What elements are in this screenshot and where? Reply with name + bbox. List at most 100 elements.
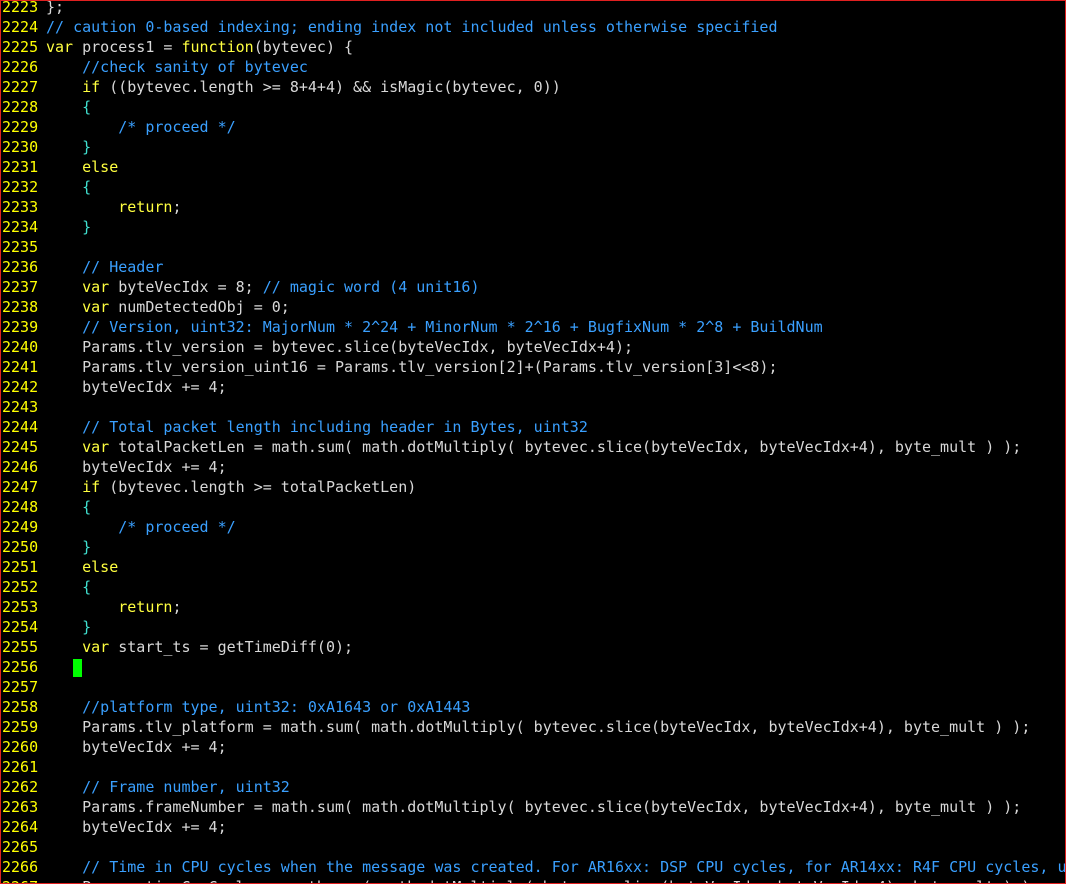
code-line[interactable]: 2249 /* proceed */ (1, 517, 1065, 537)
code-line[interactable]: 2227 if ((bytevec.length >= 8+4+4) && is… (1, 77, 1065, 97)
code-token: { (46, 498, 92, 516)
code-line[interactable]: 2247 if (bytevec.length >= totalPacketLe… (1, 477, 1065, 497)
code-token: else (82, 158, 119, 176)
code-token: } (46, 218, 92, 236)
code-text: /* proceed */ (38, 517, 235, 537)
code-line[interactable]: 2241 Params.tlv_version_uint16 = Params.… (1, 357, 1065, 377)
code-line[interactable]: 2237 var byteVecIdx = 8; // magic word (… (1, 277, 1065, 297)
line-number: 2258 (2, 698, 39, 716)
line-number: 2232 (2, 178, 39, 196)
code-text: } (38, 217, 91, 237)
line-number: 2248 (2, 498, 39, 516)
code-line[interactable]: 2235 (1, 237, 1065, 257)
line-number: 2249 (2, 518, 39, 536)
code-text: // Total packet length including header … (38, 417, 588, 437)
code-line[interactable]: 2262 // Frame number, uint32 (1, 777, 1065, 797)
line-number: 2246 (2, 458, 39, 476)
line-number: 2223 (2, 0, 39, 16)
code-line[interactable]: 2236 // Header (1, 257, 1065, 277)
code-text: if ((bytevec.length >= 8+4+4) && isMagic… (38, 77, 561, 97)
code-line[interactable]: 2267 Params.timeCpuCycles = math.sum( ma… (1, 877, 1065, 883)
code-line[interactable]: 2234 } (1, 217, 1065, 237)
code-token: Params.timeCpuCycles = math.sum( math.do… (46, 878, 1039, 883)
code-line[interactable]: 2239 // Version, uint32: MajorNum * 2^24… (1, 317, 1065, 337)
code-line[interactable]: 2243 (1, 397, 1065, 417)
code-token: // caution 0-based indexing; ending inde… (46, 18, 778, 36)
code-token: { (46, 578, 92, 596)
code-token: if (82, 478, 101, 496)
code-token: //platform type, uint32: 0xA1643 or 0xA1… (46, 698, 471, 716)
code-token: (bytevec.length >= totalPacketLen) (100, 478, 417, 496)
code-line[interactable]: 2224 // caution 0-based indexing; ending … (1, 17, 1065, 37)
code-text: Params.timeCpuCycles = math.sum( math.do… (38, 877, 1039, 883)
code-line[interactable]: 2230 } (1, 137, 1065, 157)
code-text: Params.tlv_version = bytevec.slice(byteV… (38, 337, 633, 357)
code-text: byteVecIdx += 4; (38, 817, 227, 837)
code-line[interactable]: 2253 return; (1, 597, 1065, 617)
code-text: else (38, 557, 118, 577)
code-line[interactable]: 2223}; (1, 0, 1065, 17)
code-line[interactable]: 2264 byteVecIdx += 4; (1, 817, 1065, 837)
code-token: byteVecIdx += 4; (46, 738, 227, 756)
code-text: // Version, uint32: MajorNum * 2^24 + Mi… (38, 317, 823, 337)
code-line[interactable]: 2228 { (1, 97, 1065, 117)
code-text: var process1 = function(bytevec) { (38, 37, 353, 57)
code-text (38, 657, 83, 677)
code-token: { (46, 98, 92, 116)
code-token: return (118, 598, 173, 616)
code-line[interactable]: 2245 var totalPacketLen = math.sum( math… (1, 437, 1065, 457)
code-line[interactable]: 2254 } (1, 617, 1065, 637)
code-line[interactable]: 2266 // Time in CPU cycles when the mess… (1, 857, 1065, 877)
code-text: var start_ts = getTimeDiff(0); (38, 637, 353, 657)
line-number: 2235 (2, 238, 39, 256)
line-number: 2259 (2, 718, 39, 736)
code-line[interactable]: 2256 (1, 657, 1065, 677)
code-line[interactable]: 2250 } (1, 537, 1065, 557)
line-number: 2266 (2, 858, 39, 876)
code-line[interactable]: 2231 else (1, 157, 1065, 177)
code-line[interactable]: 2251 else (1, 557, 1065, 577)
code-editor[interactable]: 2223}; 2224// caution 0-based indexing; e… (0, 0, 1066, 884)
code-line[interactable]: 2233 return; (1, 197, 1065, 217)
code-token: else (82, 558, 119, 576)
code-line[interactable]: 2240 Params.tlv_version = bytevec.slice(… (1, 337, 1065, 357)
code-line[interactable]: 2260 byteVecIdx += 4; (1, 737, 1065, 757)
code-token: Params.tlv_platform = math.sum( math.dot… (46, 718, 1031, 736)
code-line[interactable]: 2263 Params.frameNumber = math.sum( math… (1, 797, 1065, 817)
code-token: byteVecIdx += 4; (46, 818, 227, 836)
code-token: // Frame number, uint32 (46, 778, 290, 796)
code-line[interactable]: 2258 //platform type, uint32: 0xA1643 or… (1, 697, 1065, 717)
code-line[interactable]: 2242 byteVecIdx += 4; (1, 377, 1065, 397)
code-line[interactable]: 2232 { (1, 177, 1065, 197)
code-text: // Frame number, uint32 (38, 777, 290, 797)
code-line[interactable]: 2259 Params.tlv_platform = math.sum( mat… (1, 717, 1065, 737)
line-number: 2231 (2, 158, 39, 176)
code-line[interactable]: 2225 var process1 = function(bytevec) { (1, 37, 1065, 57)
code-line[interactable]: 2246 byteVecIdx += 4; (1, 457, 1065, 477)
line-number: 2230 (2, 138, 39, 156)
code-line[interactable]: 2244 // Total packet length including he… (1, 417, 1065, 437)
line-number: 2257 (2, 678, 39, 696)
line-number: 2241 (2, 358, 39, 376)
text-cursor (73, 658, 83, 677)
code-token: (bytevec) { (253, 38, 354, 56)
code-token: totalPacketLen = math.sum( math.dotMulti… (109, 438, 1022, 456)
code-line[interactable]: 2257 (1, 677, 1065, 697)
line-number: 2256 (2, 658, 39, 676)
code-line[interactable]: 2226 //check sanity of bytevec (1, 57, 1065, 77)
code-text: var totalPacketLen = math.sum( math.dotM… (38, 437, 1021, 457)
code-line[interactable]: 2255 var start_ts = getTimeDiff(0); (1, 637, 1065, 657)
code-line[interactable]: 2261 (1, 757, 1065, 777)
code-line[interactable]: 2238 var numDetectedObj = 0; (1, 297, 1065, 317)
code-line[interactable]: 2252 { (1, 577, 1065, 597)
line-number: 2233 (2, 198, 39, 216)
code-line[interactable]: 2248 { (1, 497, 1065, 517)
code-line[interactable]: 2265 (1, 837, 1065, 857)
code-line[interactable]: 2229 /* proceed */ (1, 117, 1065, 137)
